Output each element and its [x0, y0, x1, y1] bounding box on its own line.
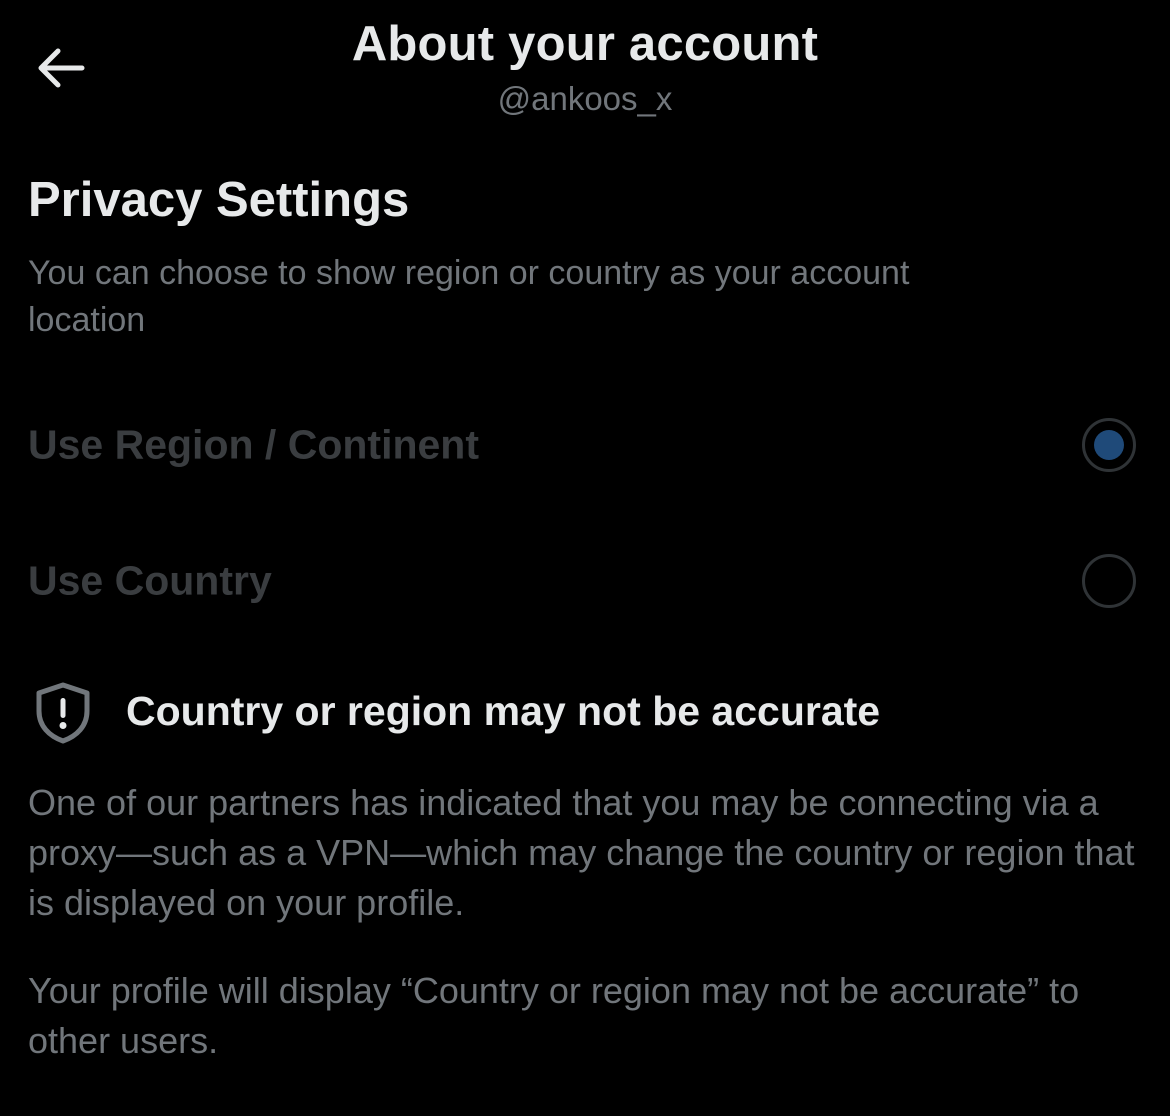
option-use-region[interactable]: Use Region / Continent — [0, 390, 1170, 500]
radio-button-unselected[interactable] — [1082, 554, 1136, 608]
warning-paragraph-display: Your profile will display “Country or re… — [28, 970, 1080, 1061]
option-label: Use Region / Continent — [28, 421, 479, 468]
warning-paragraph-proxy: One of our partners has indicated that y… — [28, 782, 1135, 923]
account-handle: @ankoos_x — [497, 80, 673, 117]
option-use-country[interactable]: Use Country — [0, 526, 1170, 636]
top-bar: About your account @ankoos_x — [0, 0, 1170, 130]
privacy-settings-heading: Privacy Settings — [28, 173, 410, 227]
warning-header: Country or region may not be accurate — [0, 676, 1170, 748]
option-label: Use Country — [28, 557, 272, 604]
radio-selected-dot — [1094, 430, 1124, 460]
privacy-settings-description: You can choose to show region or country… — [28, 254, 910, 339]
page-title: About your account — [351, 17, 819, 71]
shield-exclamation-icon — [36, 682, 90, 744]
radio-button-selected[interactable] — [1082, 418, 1136, 472]
warning-title: Country or region may not be accurate — [126, 688, 881, 734]
